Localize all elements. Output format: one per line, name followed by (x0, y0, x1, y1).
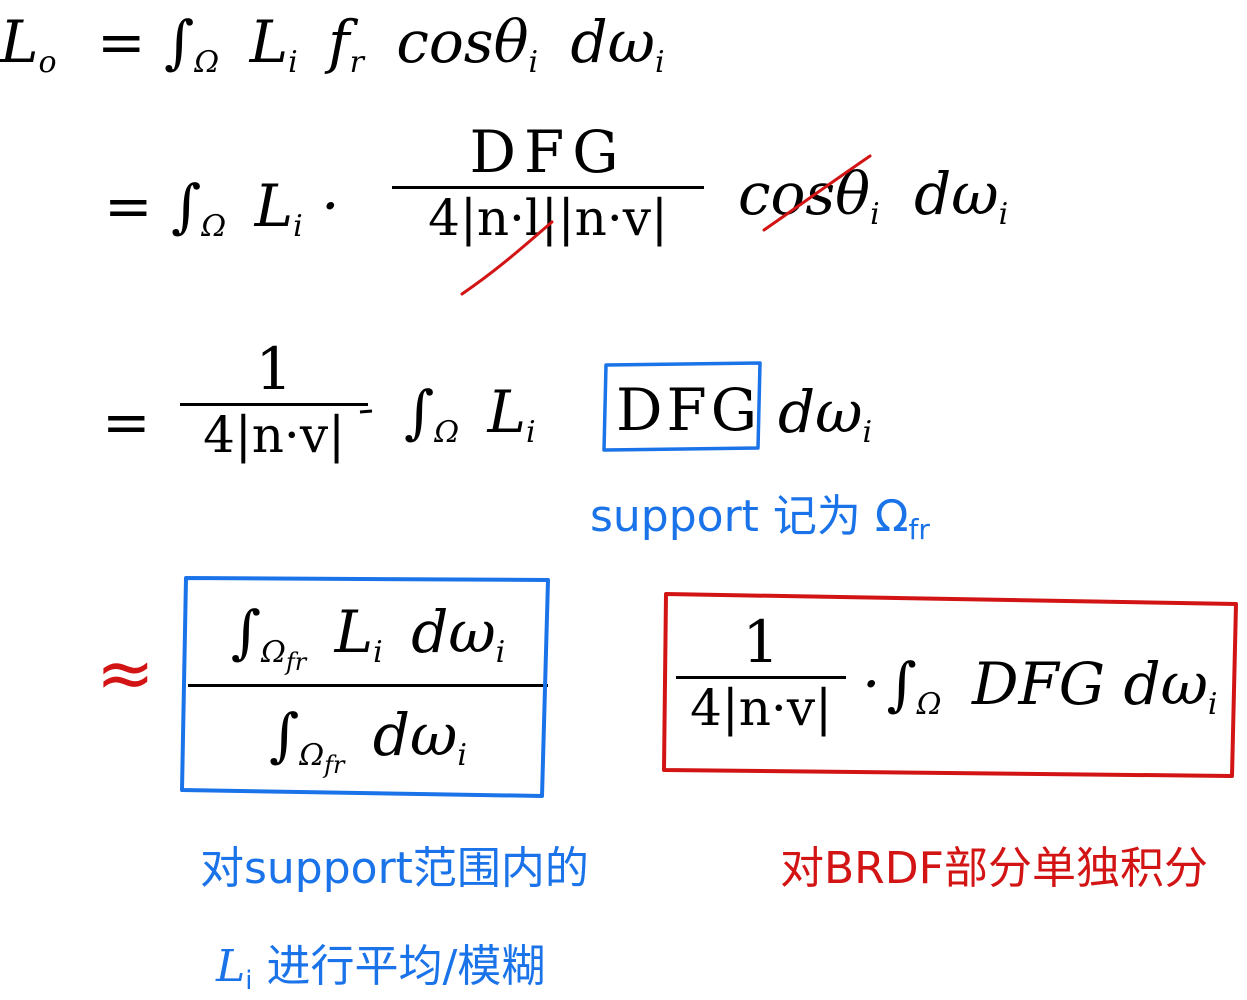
right-box-fraction: 1 4|n·v| (676, 608, 846, 737)
left-box-fraction: ∫Ωfr Li dωi ∫Ωfr dωi (188, 598, 548, 779)
eq2-cos-sub: i (870, 197, 880, 232)
left-caption-line-2: Li 进行平均/模糊 (216, 941, 546, 996)
eq2-omega: Ω (201, 209, 227, 244)
left-box-numerator: ∫Ωfr Li dωi (230, 598, 506, 676)
right-caption: 对BRDF部分单独积分 (780, 843, 1208, 894)
eq1-f: f (328, 8, 350, 76)
eq1-dw-sub: i (654, 45, 665, 80)
eq1-lhs-sub: o (38, 45, 57, 80)
eq1-cos-sub: i (528, 45, 539, 80)
eq2-numerator: DFG (469, 118, 627, 186)
equation-1: Lo = ∫Ω Li fr cosθi dωi (0, 8, 665, 80)
eq3-omega: Ω (434, 415, 460, 450)
eq2-cos: cosθ (738, 160, 871, 228)
eq1-L-sub: i (288, 45, 298, 80)
eq3-equals: = (102, 388, 151, 456)
eq3-boxed-dfg: DFG (616, 376, 762, 444)
eq2-den-right: |n·v| (557, 189, 668, 247)
left-caption-line-1: 对support范围内的 (200, 843, 589, 894)
right-box-numerator: 1 (742, 608, 780, 676)
support-note-sub: fr (908, 513, 930, 546)
eq1-equals-integral: = ∫ (97, 8, 195, 76)
equation-2-lead: = ∫Ω Li · (104, 172, 340, 244)
eq2-dot: · (321, 172, 340, 240)
eq2-L-sub: i (293, 209, 303, 244)
eq1-dw: dω (570, 8, 655, 76)
eq2-equals-integral: = ∫ (104, 172, 202, 240)
eq3-fraction: 1 4|n·v| (180, 335, 368, 464)
eq3-int: ∫ (404, 378, 435, 446)
eq1-lhs: L (0, 8, 39, 76)
eq3-dw-sub: i (862, 415, 873, 450)
eq3-dw: dωi (778, 378, 873, 450)
left-box-denominator: ∫Ωfr dωi (269, 701, 467, 779)
eq1-cos: cosθ (396, 8, 529, 76)
approx-sign: ≈ (96, 632, 155, 714)
right-box-denominator: 4|n·v| (690, 679, 832, 737)
eq2-dw: dω (914, 160, 999, 228)
right-box-integral: · ∫Ω DFG dωi (862, 650, 1218, 722)
support-note: support 记为 Ωfr (590, 491, 930, 546)
eq2-denominator: 4|n·l||n·v| (422, 189, 674, 247)
eq3-numerator: 1 (255, 335, 293, 403)
eq3-integral: ∫Ω Li (404, 378, 536, 450)
eq3-L-sub: i (526, 415, 536, 450)
eq2-tail: cosθi dωi (738, 160, 1008, 232)
eq3-L: L (487, 378, 527, 446)
eq1-omega: Ω (194, 45, 220, 80)
eq1-f-sub: r (349, 45, 364, 80)
eq2-dw-sub: i (998, 197, 1009, 232)
eq2-den-left: 4|n·l| (428, 189, 558, 247)
eq2-L: L (254, 172, 294, 240)
eq1-L: L (249, 8, 289, 76)
eq3-denominator: 4|n·v| (203, 406, 345, 464)
eq2-fraction: DFG 4|n·l||n·v| (392, 118, 704, 247)
